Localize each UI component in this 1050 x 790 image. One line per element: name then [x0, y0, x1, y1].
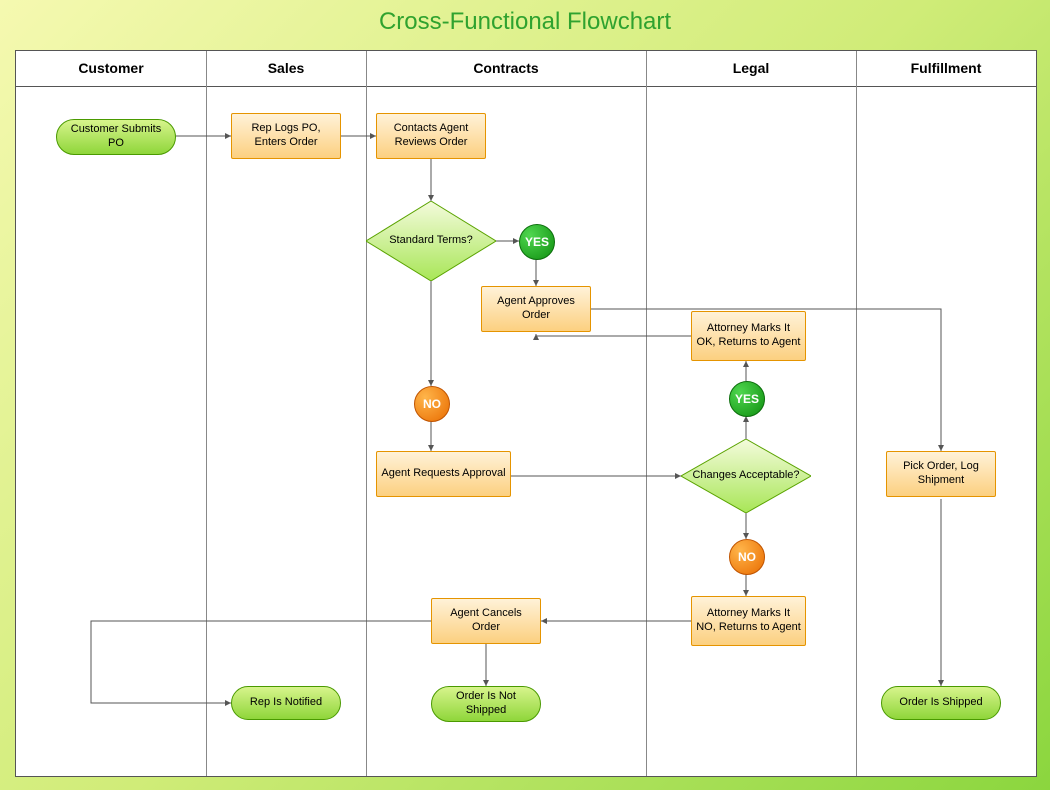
lane-header-fulfillment: Fulfillment	[856, 51, 1036, 87]
node-attorney-no: Attorney Marks It NO, Returns to Agent	[691, 596, 806, 646]
node-contacts-agent: Contacts Agent Reviews Order	[376, 113, 486, 159]
badge-yes-2: YES	[729, 381, 765, 417]
badge-no-1: NO	[414, 386, 450, 422]
lane-header-customer: Customer	[16, 51, 207, 87]
node-agent-requests: Agent Requests Approval	[376, 451, 511, 497]
badge-yes-1: YES	[519, 224, 555, 260]
swimlane-grid: Customer Sales Contracts Legal Fulfillme…	[15, 50, 1037, 777]
node-standard-terms: Standard Terms?	[366, 201, 496, 281]
node-rep-notified: Rep Is Notified	[231, 686, 341, 720]
page-canvas: Cross-Functional Flowchart Customer Sale…	[0, 0, 1050, 790]
chart-title: Cross-Functional Flowchart	[0, 8, 1050, 36]
node-attorney-ok: Attorney Marks It OK, Returns to Agent	[691, 311, 806, 361]
lane-header-legal: Legal	[646, 51, 857, 87]
node-customer-submits: Customer Submits PO	[56, 119, 176, 155]
node-agent-cancels: Agent Cancels Order	[431, 598, 541, 644]
lane-header-contracts: Contracts	[366, 51, 647, 87]
arrows-layer	[16, 51, 1036, 776]
badge-no-2: NO	[729, 539, 765, 575]
node-pick-order: Pick Order, Log Shipment	[886, 451, 996, 497]
node-changes-acceptable: Changes Acceptable?	[681, 439, 811, 513]
node-rep-logs: Rep Logs PO, Enters Order	[231, 113, 341, 159]
node-order-shipped: Order Is Shipped	[881, 686, 1001, 720]
node-order-not-shipped: Order Is Not Shipped	[431, 686, 541, 722]
node-agent-approves: Agent Approves Order	[481, 286, 591, 332]
lane-header-sales: Sales	[206, 51, 367, 87]
